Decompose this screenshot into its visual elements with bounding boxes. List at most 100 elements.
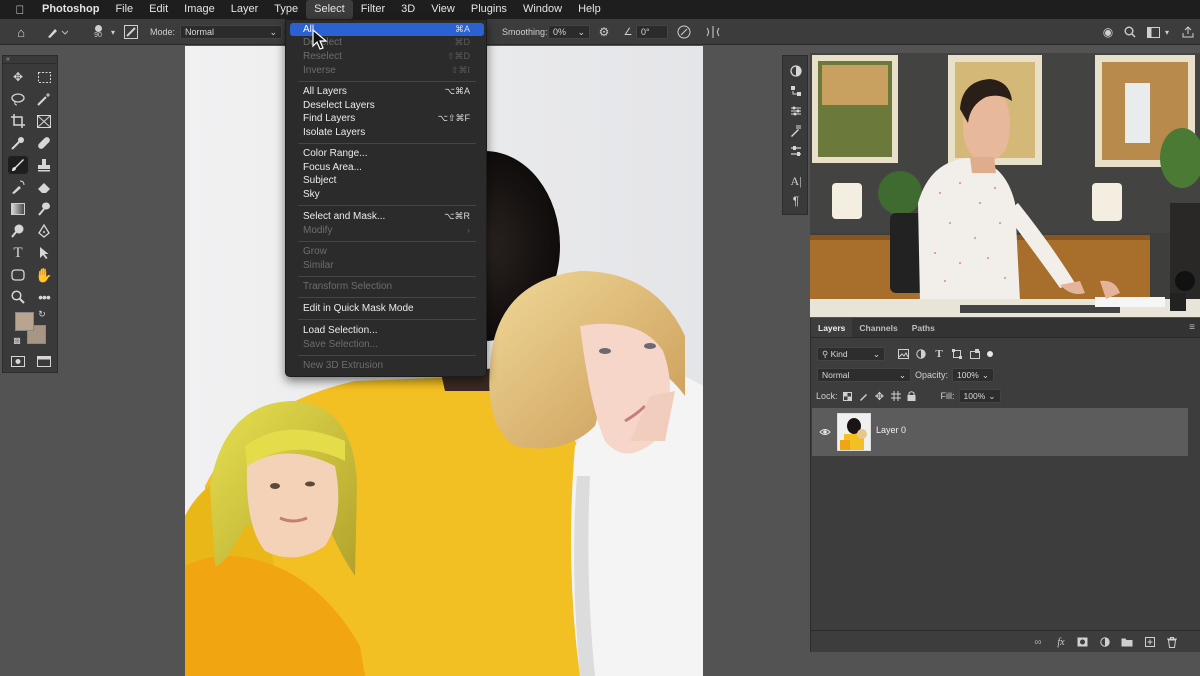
new-layer-icon[interactable]	[1143, 635, 1157, 649]
lock-transparent-icon[interactable]	[841, 391, 855, 401]
brush-size-preview[interactable]: 90	[88, 19, 108, 45]
menu-item-deselect-layers[interactable]: Deselect Layers	[290, 99, 484, 112]
hand-tool-icon[interactable]: ✋	[34, 266, 54, 284]
layer-filter-dropdown[interactable]: ⚲ Kind ⌄	[817, 347, 885, 361]
more-tools-icon[interactable]: •••	[34, 288, 54, 306]
visibility-eye-icon[interactable]	[818, 425, 832, 439]
menu-filter[interactable]: Filter	[353, 0, 393, 19]
menu-item-transform-selection[interactable]: Transform Selection	[290, 280, 484, 293]
menu-item-reselect[interactable]: Reselect ⇧⌘D	[290, 50, 484, 63]
foreground-color-swatch[interactable]	[15, 312, 34, 331]
symmetry-icon[interactable]	[704, 19, 722, 45]
lock-all-icon[interactable]	[905, 391, 919, 401]
properties-icon[interactable]	[786, 102, 806, 120]
smudge-tool-icon[interactable]	[34, 200, 54, 218]
collapse-icon[interactable]: «	[6, 56, 10, 63]
opacity-field[interactable]: 100% ⌄	[952, 368, 995, 382]
swap-colors-icon[interactable]: ↻	[36, 308, 48, 320]
link-layers-icon[interactable]: ∞	[1031, 635, 1045, 649]
menu-item-color-range[interactable]: Color Range...	[290, 147, 484, 160]
delete-layer-icon[interactable]	[1165, 635, 1179, 649]
marquee-tool-icon[interactable]	[34, 68, 54, 86]
menu-edit[interactable]: Edit	[141, 0, 176, 19]
gear-icon[interactable]: ⚙	[596, 19, 612, 45]
share-icon[interactable]: ◉	[1100, 19, 1116, 45]
menu-item-all-layers[interactable]: All Layers ⌥⌘A	[290, 85, 484, 98]
clone-stamp-tool-icon[interactable]	[34, 156, 54, 174]
menu-item-grow[interactable]: Grow	[290, 245, 484, 258]
tab-channels[interactable]: Channels	[852, 318, 904, 337]
tool-presets-icon[interactable]	[786, 142, 806, 160]
dodge-tool-icon[interactable]	[8, 222, 28, 240]
filter-smart-object-icon[interactable]	[967, 349, 983, 359]
blend-mode-dropdown[interactable]: Normal ⌄	[817, 368, 911, 382]
brush-settings-panel-icon[interactable]	[786, 122, 806, 140]
brush-tool-icon[interactable]	[8, 156, 28, 174]
default-colors-icon[interactable]: ▩	[11, 334, 23, 346]
menu-item-inverse[interactable]: Inverse ⇧⌘I	[290, 64, 484, 77]
menu-layer[interactable]: Layer	[223, 0, 267, 19]
apple-icon[interactable]: 	[0, 3, 40, 17]
paragraph-panel-icon[interactable]: ¶	[786, 192, 806, 210]
brush-preset-picker[interactable]	[44, 19, 70, 45]
healing-brush-tool-icon[interactable]	[34, 134, 54, 152]
adjustments-icon[interactable]	[786, 62, 806, 80]
magic-wand-tool-icon[interactable]	[34, 90, 54, 108]
filter-toggle-icon[interactable]	[987, 351, 993, 357]
menu-item-save-selection[interactable]: Save Selection...	[290, 338, 484, 351]
menu-3d[interactable]: 3D	[393, 0, 423, 19]
menu-item-find-layers[interactable]: Find Layers ⌥⇧⌘F	[290, 112, 484, 125]
eraser-tool-icon[interactable]	[34, 178, 54, 196]
filter-adjustment-icon[interactable]	[913, 349, 929, 359]
home-icon[interactable]: ⌂	[12, 19, 30, 45]
brush-settings-icon[interactable]	[122, 19, 140, 45]
chevron-down-icon[interactable]: ▾	[1162, 19, 1172, 45]
menu-item-similar[interactable]: Similar	[290, 259, 484, 272]
history-icon[interactable]	[786, 82, 806, 100]
menu-view[interactable]: View	[423, 0, 463, 19]
lock-position-icon[interactable]: ✥	[873, 390, 887, 403]
angle-field[interactable]: 0°	[636, 19, 668, 45]
layer-name[interactable]: Layer 0	[876, 425, 906, 435]
lock-artboard-icon[interactable]	[889, 391, 903, 401]
shape-tool-icon[interactable]	[8, 266, 28, 284]
menu-type[interactable]: Type	[266, 0, 306, 19]
gradient-tool-icon[interactable]	[8, 200, 28, 218]
workspace-icon[interactable]	[1145, 19, 1161, 45]
type-tool-icon[interactable]: T	[8, 244, 28, 262]
menu-help[interactable]: Help	[570, 0, 609, 19]
character-panel-icon[interactable]: A|	[786, 172, 806, 190]
menu-select[interactable]: Select	[306, 0, 353, 19]
filter-type-icon[interactable]: T	[931, 348, 947, 360]
tab-paths[interactable]: Paths	[905, 318, 942, 337]
filter-shape-icon[interactable]	[949, 349, 965, 359]
path-selection-tool-icon[interactable]	[34, 244, 54, 262]
filter-pixel-icon[interactable]	[895, 349, 911, 359]
search-icon[interactable]	[1122, 19, 1138, 45]
menu-app-name[interactable]: Photoshop	[40, 0, 107, 19]
history-brush-tool-icon[interactable]	[8, 178, 28, 196]
fill-field[interactable]: 100% ⌄	[958, 389, 1001, 403]
lasso-tool-icon[interactable]	[8, 90, 28, 108]
tools-panel-header[interactable]: «	[3, 56, 57, 64]
new-group-icon[interactable]	[1120, 635, 1134, 649]
quick-mask-icon[interactable]	[8, 352, 28, 370]
menu-item-isolate-layers[interactable]: Isolate Layers	[290, 126, 484, 139]
pressure-icon[interactable]	[676, 19, 692, 45]
eyedropper-tool-icon[interactable]	[8, 134, 28, 152]
layer-row[interactable]: Layer 0	[812, 408, 1188, 456]
menu-window[interactable]: Window	[515, 0, 570, 19]
menu-item-subject[interactable]: Subject	[290, 174, 484, 187]
menu-item-focus-area[interactable]: Focus Area...	[290, 161, 484, 174]
zoom-tool-icon[interactable]	[8, 288, 28, 306]
export-icon[interactable]	[1180, 19, 1196, 45]
panel-menu-icon[interactable]: ≡	[1189, 318, 1195, 338]
menu-item-select-and-mask[interactable]: Select and Mask... ⌥⌘R	[290, 210, 484, 223]
add-mask-icon[interactable]	[1075, 635, 1089, 649]
mode-dropdown[interactable]: Normal ⌄	[180, 19, 282, 45]
menu-image[interactable]: Image	[176, 0, 223, 19]
crop-tool-icon[interactable]	[8, 112, 28, 130]
layer-effects-icon[interactable]: fx	[1054, 635, 1068, 649]
menu-item-new-3d-extrusion[interactable]: New 3D Extrusion	[290, 359, 484, 372]
menu-file[interactable]: File	[107, 0, 141, 19]
